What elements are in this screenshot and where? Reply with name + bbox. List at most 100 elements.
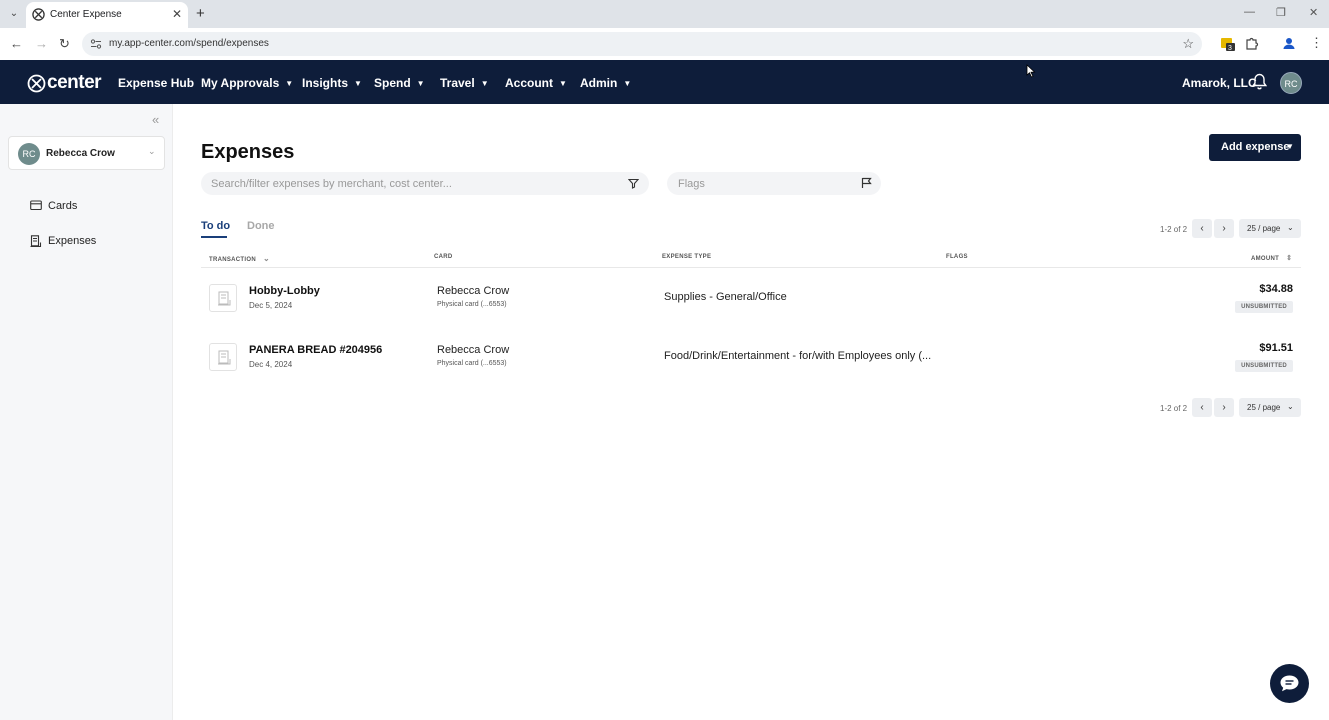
nav-label: Admin	[580, 76, 618, 90]
chevron-down-icon: ▼	[285, 79, 294, 89]
tab-done[interactable]: Done	[247, 220, 275, 232]
column-label: TRANSACTION	[209, 257, 256, 263]
table-row[interactable]: PANERA BREAD #204956 Dec 4, 2024 Rebecca…	[201, 327, 1301, 386]
chevron-down-icon: ⌄	[1287, 223, 1294, 232]
flags-filter[interactable]: Flags	[667, 172, 881, 195]
table-row[interactable]: Hobby-Lobby Dec 5, 2024 Rebecca Crow Phy…	[201, 268, 1301, 327]
receipt-thumbnail[interactable]	[209, 343, 237, 371]
receipt-thumbnail[interactable]	[209, 284, 237, 312]
nav-spend[interactable]: Spend ▼	[374, 76, 425, 90]
amount: $34.88	[1259, 283, 1293, 295]
page-size-select[interactable]: 25 / page ⌄	[1239, 398, 1301, 417]
reload-button[interactable]: ↻	[59, 36, 70, 52]
search-input[interactable]	[201, 172, 649, 195]
nav-label: Travel	[440, 76, 475, 90]
user-name: Rebecca Crow	[46, 148, 115, 159]
user-selector[interactable]: RC Rebecca Crow ⌄	[8, 136, 165, 170]
browser-menu-icon[interactable]: ⋮	[1310, 35, 1323, 51]
column-header-card: CARD	[434, 254, 453, 260]
card-description: Physical card (...6553)	[437, 301, 507, 308]
status-badge: UNSUBMITTED	[1235, 360, 1293, 372]
active-tab-indicator	[201, 236, 227, 238]
page-size-label: 25 / page	[1247, 403, 1281, 412]
column-header-flags: FLAGS	[946, 254, 968, 260]
nav-admin[interactable]: Admin ▼	[580, 76, 631, 90]
close-window-button[interactable]: ✕	[1309, 6, 1318, 19]
filter-icon[interactable]	[628, 178, 639, 189]
column-header-transaction[interactable]: TRANSACTION ⌄	[209, 254, 270, 263]
receipt-placeholder-icon	[218, 350, 231, 365]
profile-icon[interactable]	[1282, 36, 1296, 50]
add-expense-button[interactable]: Add expense ▼	[1209, 134, 1301, 161]
column-header-amount[interactable]: AMOUNT ⇕	[1251, 254, 1292, 262]
next-page-button[interactable]: ›	[1214, 219, 1234, 238]
column-header-expense-type: EXPENSE TYPE	[662, 254, 712, 260]
column-label: AMOUNT	[1251, 256, 1280, 262]
nav-my-approvals[interactable]: My Approvals ▼	[201, 76, 293, 90]
expense-type: Supplies - General/Office	[664, 291, 787, 303]
url-text: my.app-center.com/spend/expenses	[109, 38, 269, 49]
chevron-down-icon: ▼	[416, 79, 425, 89]
extensions-puzzle-icon[interactable]	[1245, 36, 1259, 50]
back-button[interactable]: ←	[10, 36, 23, 51]
minimize-button[interactable]: —	[1244, 6, 1255, 18]
expense-type: Food/Drink/Entertainment - for/with Empl…	[664, 350, 932, 362]
nav-label: Spend	[374, 76, 411, 90]
chevron-down-icon: ▼	[354, 79, 362, 89]
next-page-button[interactable]: ›	[1214, 398, 1234, 417]
nav-account[interactable]: Account ▼	[505, 76, 567, 90]
browser-tab[interactable]: Center Expense ✕	[26, 2, 188, 28]
sidebar-item-label: Expenses	[48, 235, 97, 247]
sidebar-item-label: Cards	[48, 200, 78, 212]
credit-card-icon	[30, 200, 42, 211]
pager-count: 1-2 of 2	[1160, 225, 1188, 234]
prev-page-button[interactable]: ‹	[1192, 398, 1212, 417]
flag-icon	[861, 177, 872, 188]
sort-icon: ⇕	[1286, 255, 1293, 262]
user-avatar[interactable]: RC	[1280, 72, 1302, 94]
status-badge: UNSUBMITTED	[1235, 301, 1293, 313]
sidebar: « RC Rebecca Crow ⌄ Cards Expenses	[0, 104, 173, 720]
add-expense-label: Add expense	[1221, 141, 1290, 153]
collapse-sidebar-icon[interactable]: «	[152, 112, 159, 127]
browser-toolbar: ← → ↻ my.app-center.com/spend/expenses ☆…	[0, 28, 1329, 60]
chat-button[interactable]	[1270, 664, 1309, 703]
flags-placeholder: Flags	[678, 178, 705, 190]
nav-travel[interactable]: Travel ▼	[440, 76, 489, 90]
center-logo-icon	[27, 74, 46, 93]
transaction-date: Dec 4, 2024	[249, 360, 293, 369]
page-title: Expenses	[201, 141, 295, 163]
restore-button[interactable]: ❐	[1276, 6, 1286, 19]
nav-label: Insights	[302, 76, 349, 90]
prev-page-button[interactable]: ‹	[1192, 219, 1212, 238]
chevron-down-icon: ⌄	[1287, 402, 1294, 411]
tab-search-icon[interactable]: ⌄	[6, 6, 22, 22]
nav-insights[interactable]: Insights ▼	[302, 76, 362, 90]
app-header: center Expense Hub My Approvals ▼ Insight…	[0, 60, 1329, 104]
mouse-cursor-icon	[1026, 64, 1036, 78]
bookmark-star-icon[interactable]: ☆	[1182, 36, 1194, 52]
chat-bubble-icon	[1280, 675, 1299, 692]
extension-badge: 3	[1228, 45, 1232, 52]
chevron-down-icon: ▼	[1286, 142, 1294, 151]
browser-tab-bar: ⌄ Center Expense ✕ + — ❐ ✕	[0, 0, 1329, 28]
chevron-down-icon: ▼	[480, 79, 489, 89]
page-size-select[interactable]: 25 / page ⌄	[1239, 219, 1301, 238]
nav-label: Account	[505, 76, 553, 90]
new-tab-button[interactable]: +	[196, 5, 205, 22]
address-bar[interactable]: my.app-center.com/spend/expenses ☆	[82, 32, 1202, 56]
merchant-name: Hobby-Lobby	[249, 285, 320, 297]
forward-button[interactable]: →	[35, 36, 48, 51]
org-switcher[interactable]: Amarok, LLC	[1182, 76, 1257, 90]
card-holder: Rebecca Crow	[437, 285, 510, 297]
user-avatar: RC	[18, 143, 40, 165]
bell-icon[interactable]	[1252, 73, 1267, 90]
tab-close-icon[interactable]: ✕	[172, 7, 182, 21]
nav-expense-hub[interactable]: Expense Hub	[118, 76, 194, 90]
merchant-name: PANERA BREAD #204956	[249, 344, 383, 356]
site-info-icon[interactable]	[90, 38, 102, 50]
chevron-down-icon: ⌄	[148, 146, 156, 156]
amount: $91.51	[1259, 342, 1293, 354]
pager-count: 1-2 of 2	[1160, 404, 1188, 413]
tab-to-do[interactable]: To do	[201, 220, 230, 232]
